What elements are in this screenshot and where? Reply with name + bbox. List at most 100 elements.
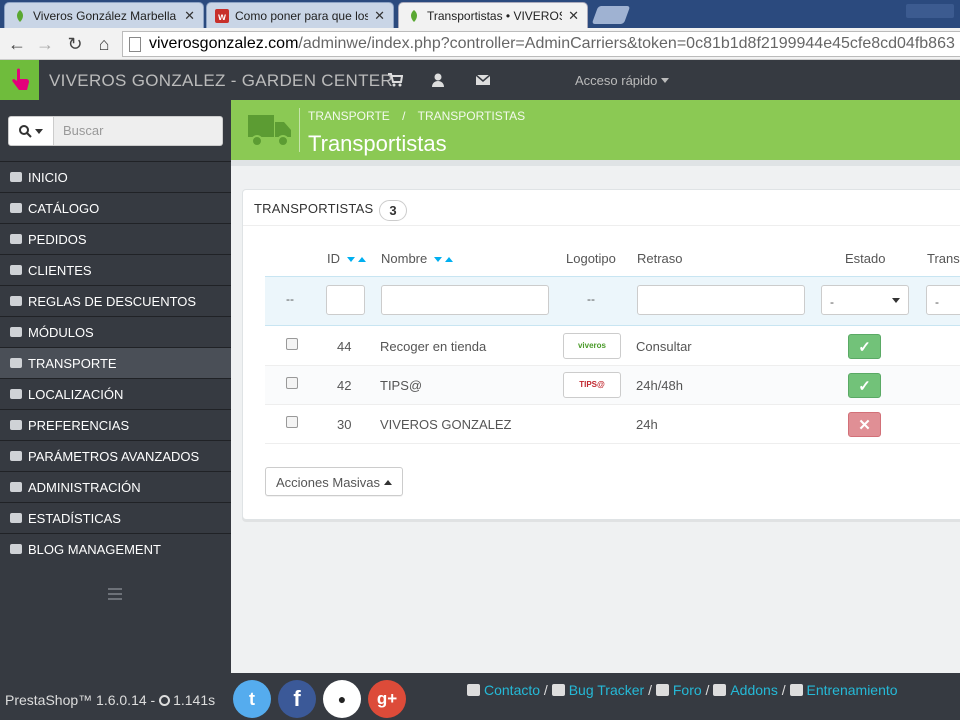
envelope-icon[interactable] [475,72,491,88]
row-checkbox[interactable] [286,377,298,389]
transit-filter-select[interactable]: - [926,285,960,315]
sidebar-item[interactable]: Localización [0,378,231,409]
sort-desc-icon[interactable] [433,257,442,262]
facebook-icon[interactable]: f [278,680,316,718]
bug-tracker-link[interactable]: Bug Tracker [569,682,644,698]
sidebar-item[interactable]: Catálogo [0,192,231,223]
truck-icon [248,115,291,147]
table-row[interactable]: 30 VIVEROS GONZALEZ 24h ✕ [265,405,960,444]
browser-toolbar: ← → ↻ ⌂ viverosgonzalez.com/adminwe/inde… [0,28,960,60]
carrier-name: TIPS@ [380,378,423,393]
contact-link[interactable]: Contacto [484,682,540,698]
search-type-button[interactable] [8,116,54,146]
pencil-icon [10,544,22,554]
github-icon[interactable]: ● [323,680,361,718]
svg-text:w: w [217,12,226,23]
search-input[interactable]: Buscar [54,116,223,146]
status-filter-select[interactable]: - [821,285,909,315]
envelope-icon [467,684,480,696]
address-bar[interactable]: viverosgonzalez.com/adminwe/index.php?co… [122,31,960,57]
forum-link[interactable]: Foro [673,682,702,698]
table-row[interactable]: 42 TIPS@ TIPS@ 24h/48h ✓ [265,366,960,405]
clock-icon [159,695,171,706]
sidebar-item-label: Módulos [28,324,94,340]
sidebar-item-label: Catálogo [28,200,100,216]
google-plus-icon[interactable]: g+ [368,680,406,718]
caret-down-icon [35,129,44,134]
table-row[interactable]: 44 Recoger en tienda viveros gonzalez Consu… [265,327,960,374]
bulk-actions-label: Acciones Masivas [276,475,381,490]
wrench-icon [10,420,22,430]
sidebar-item[interactable]: Administración [0,471,231,502]
menu-collapse-icon[interactable] [108,588,122,600]
breadcrumb: TRANSPORTE / TRANSPORTISTAS [308,109,525,123]
caret-down-icon [892,298,900,303]
row-checkbox[interactable] [286,338,298,350]
browser-tab[interactable]: w Como poner para que los ✕ [206,2,394,28]
row-checkbox[interactable] [286,416,298,428]
status-enabled-icon[interactable]: ✓ [848,373,881,398]
sidebar-item-label: Pedidos [28,231,87,247]
sort-desc-icon[interactable] [346,257,355,262]
sidebar-item[interactable]: Módulos [0,316,231,347]
truck-icon [10,358,22,368]
sidebar-item[interactable]: Clientes [0,254,231,285]
user-icon[interactable] [430,72,446,88]
window-controls[interactable] [906,4,954,18]
cart-icon[interactable] [387,72,403,88]
browser-tab[interactable]: Transportistas • VIVEROS ✕ [398,2,588,28]
sidebar-item[interactable]: Parámetros avanzados [0,440,231,471]
column-transit: Trans [927,251,960,266]
sidebar-item[interactable]: Pedidos [0,223,231,254]
id-filter-input[interactable] [326,285,365,315]
browser-tab[interactable]: Viveros González Marbella ✕ [4,2,204,28]
globe-icon [10,389,22,399]
page-icon [129,37,141,52]
training-link[interactable]: Entrenamiento [807,682,898,698]
bar-chart-icon [10,513,22,523]
addons-link[interactable]: Addons [730,682,777,698]
panel-title: TRANSPORTISTAS [254,201,374,216]
close-icon[interactable]: ✕ [568,8,579,24]
sidebar-item[interactable]: Reglas de descuentos [0,285,231,316]
carrier-name: VIVEROS GONZALEZ [380,417,512,432]
shop-name[interactable]: VIVEROS GONZALEZ - GARDEN CENTER [49,71,393,91]
column-label: Nombre [381,251,428,266]
close-icon[interactable]: ✕ [374,8,385,24]
home-icon[interactable]: ⌂ [93,33,115,55]
tab-title: Viveros González Marbella [33,8,177,23]
w-brand-icon: w [215,8,229,23]
footer-links: Contacto / Bug Tracker / Foro / Addons /… [467,682,898,698]
name-filter-input[interactable] [381,285,549,315]
sidebar-item-label: Transporte [28,355,117,371]
reload-icon[interactable]: ↻ [64,33,86,55]
sidebar-item[interactable]: Preferencias [0,409,231,440]
sidebar-item[interactable]: Estadísticas [0,502,231,533]
twitter-icon[interactable]: t [233,680,271,718]
breadcrumb-item[interactable]: TRANSPORTISTAS [418,109,526,123]
sort-asc-icon[interactable] [444,257,453,262]
status-disabled-icon[interactable]: ✕ [848,412,881,437]
back-icon[interactable]: ← [6,33,28,55]
new-tab-button[interactable] [591,6,631,24]
status-enabled-icon[interactable]: ✓ [848,334,881,359]
search-icon [18,125,32,138]
prestashop-logo-icon[interactable] [0,60,39,100]
delay-filter-input[interactable] [637,285,805,315]
forward-icon[interactable]: → [34,33,56,55]
breadcrumb-item[interactable]: TRANSPORTE [308,109,390,123]
sidebar-item[interactable]: Transporte [0,347,231,378]
quick-access-dropdown[interactable]: Acceso rápido [575,73,670,88]
sort-asc-icon[interactable] [357,257,366,262]
sidebar-item-label: Localización [28,386,124,402]
users-icon [10,265,22,275]
column-label: ID [327,251,340,266]
bulk-actions-button[interactable]: Acciones Masivas [265,467,403,496]
column-delay: Retraso [637,251,683,266]
column-status: Estado [845,251,886,266]
close-icon[interactable]: ✕ [184,8,195,24]
sidebar-item[interactable]: Inicio [0,161,231,192]
puzzle-icon [10,327,22,337]
caret-up-icon [384,480,393,485]
sidebar-item[interactable]: Blog Management [0,533,231,564]
